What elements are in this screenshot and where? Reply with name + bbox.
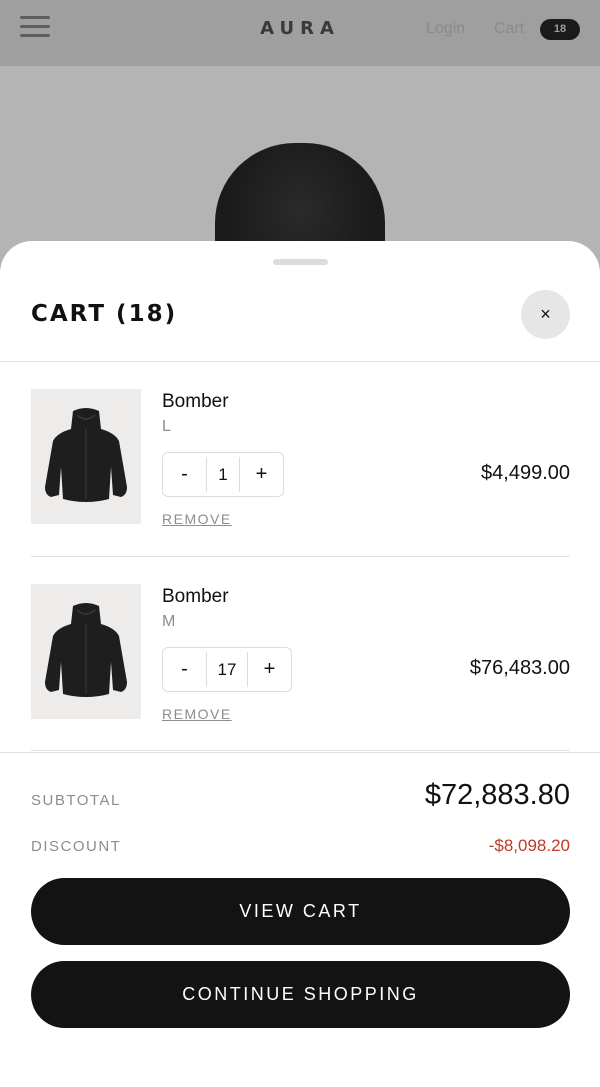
item-size: L	[162, 418, 171, 435]
divider	[31, 556, 570, 557]
increase-quantity-button[interactable]: +	[248, 658, 291, 681]
item-price: $4,499.00	[481, 462, 570, 484]
product-image[interactable]	[31, 389, 141, 524]
item-price: $76,483.00	[469, 657, 570, 679]
jacket-image	[45, 408, 127, 502]
view-cart-button[interactable]: VIEW CART	[31, 878, 570, 945]
discount-value: -$8,098.20	[488, 836, 570, 855]
cart-link[interactable]: Cart	[494, 20, 524, 38]
discount-label: DISCOUNT	[31, 838, 122, 855]
cart-drawer: CART (18) × Bomber L - 1 + REMOVE $4,499…	[0, 241, 600, 1087]
cart-count-badge: 18	[540, 19, 580, 40]
item-name[interactable]: Bomber	[162, 586, 229, 608]
item-size: M	[162, 613, 176, 630]
remove-button[interactable]: REMOVE	[162, 511, 232, 527]
divider	[0, 752, 600, 753]
product-image[interactable]	[31, 584, 141, 719]
subtotal-value: $72,883.80	[424, 779, 570, 811]
drawer-handle[interactable]	[273, 259, 328, 265]
top-navigation: AURA Login Cart 18	[0, 0, 600, 66]
cart-item: Bomber M - 17 + REMOVE $76,483.00	[31, 584, 570, 734]
divider	[31, 750, 570, 751]
close-icon: ×	[540, 304, 551, 324]
increase-quantity-button[interactable]: +	[240, 463, 283, 486]
quantity-stepper: - 17 +	[162, 647, 292, 692]
jacket-image	[45, 603, 127, 697]
cart-item: Bomber L - 1 + REMOVE $4,499.00	[31, 389, 570, 539]
quantity-stepper: - 1 +	[162, 452, 284, 497]
item-name[interactable]: Bomber	[162, 391, 229, 413]
close-button[interactable]: ×	[521, 290, 570, 339]
subtotal-label: SUBTOTAL	[31, 792, 121, 809]
login-link[interactable]: Login	[426, 20, 465, 38]
divider	[0, 361, 600, 362]
hero-image	[0, 66, 600, 266]
cart-title: CART (18)	[31, 301, 178, 327]
decrease-quantity-button[interactable]: -	[163, 658, 206, 681]
remove-button[interactable]: REMOVE	[162, 706, 232, 722]
quantity-value[interactable]: 1	[206, 457, 240, 492]
quantity-value[interactable]: 17	[206, 652, 248, 687]
decrease-quantity-button[interactable]: -	[163, 463, 206, 486]
continue-shopping-button[interactable]: CONTINUE SHOPPING	[31, 961, 570, 1028]
